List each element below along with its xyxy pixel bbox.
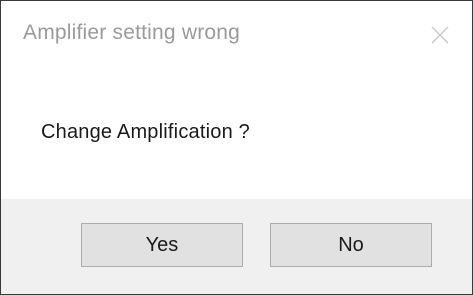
close-button[interactable] [422, 19, 458, 55]
dialog-content: Change Amplification ? [1, 81, 472, 199]
dialog-message: Change Amplification ? [41, 121, 250, 143]
close-icon [431, 26, 449, 49]
title-bar: Amplifier setting wrong [1, 1, 472, 81]
dialog-footer: Yes No [1, 199, 472, 294]
yes-button[interactable]: Yes [81, 223, 243, 267]
dialog-title: Amplifier setting wrong [23, 21, 241, 44]
dialog-window: Amplifier setting wrong Change Amplifica… [0, 0, 473, 295]
no-button[interactable]: No [270, 223, 432, 267]
